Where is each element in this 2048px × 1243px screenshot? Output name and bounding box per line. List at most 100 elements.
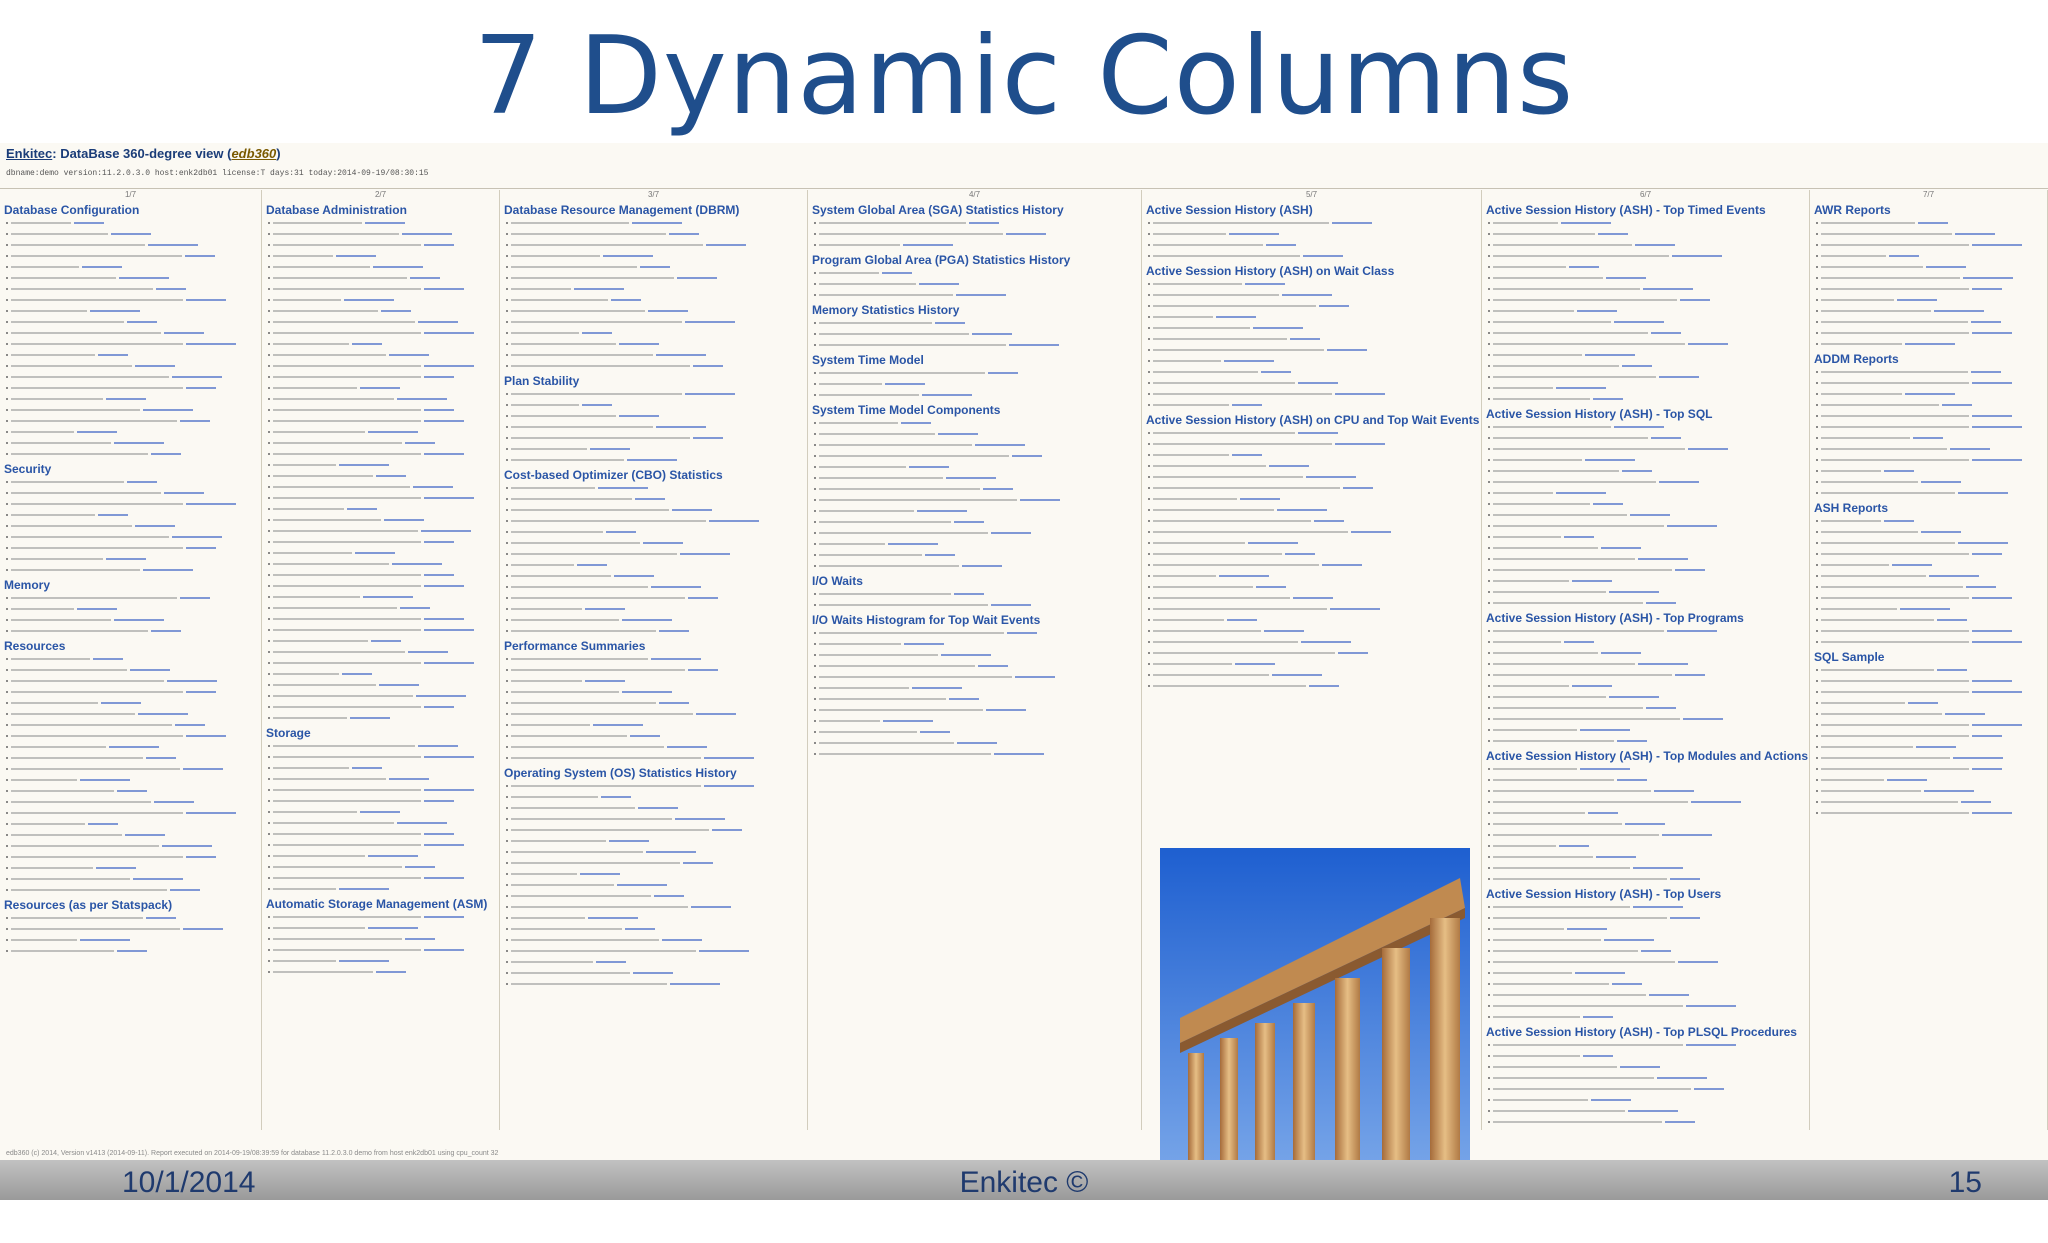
report-link-item[interactable] xyxy=(268,796,495,806)
report-link-item[interactable] xyxy=(1816,527,2043,537)
report-link-item[interactable] xyxy=(814,589,1137,599)
report-link-item[interactable] xyxy=(1488,863,1805,873)
item-link-placeholder[interactable] xyxy=(614,575,654,577)
item-link-placeholder[interactable] xyxy=(1293,597,1333,599)
item-link-placeholder[interactable] xyxy=(909,466,949,468)
report-link-item[interactable] xyxy=(1488,576,1805,586)
report-link-item[interactable] xyxy=(1488,383,1805,393)
report-link-item[interactable] xyxy=(1816,400,2043,410)
item-link-placeholder[interactable] xyxy=(363,596,413,598)
report-link-item[interactable] xyxy=(814,628,1137,638)
report-link-item[interactable] xyxy=(6,742,257,752)
item-link-placeholder[interactable] xyxy=(617,884,667,886)
report-link-item[interactable] xyxy=(814,318,1137,328)
item-link-placeholder[interactable] xyxy=(1884,470,1914,472)
item-link-placeholder[interactable] xyxy=(574,288,624,290)
item-link-placeholder[interactable] xyxy=(1567,928,1607,930)
item-link-placeholder[interactable] xyxy=(1614,426,1664,428)
report-link-item[interactable] xyxy=(268,438,495,448)
report-link-item[interactable] xyxy=(1488,466,1805,476)
item-link-placeholder[interactable] xyxy=(1272,674,1322,676)
report-link-item[interactable] xyxy=(1488,1012,1805,1022)
item-link-placeholder[interactable] xyxy=(365,222,405,224)
item-link-placeholder[interactable] xyxy=(954,593,984,595)
report-link-item[interactable] xyxy=(814,650,1137,660)
item-link-placeholder[interactable] xyxy=(148,244,198,246)
report-link-item[interactable] xyxy=(1488,797,1805,807)
item-link-placeholder[interactable] xyxy=(917,510,967,512)
item-link-placeholder[interactable] xyxy=(339,464,389,466)
report-link-item[interactable] xyxy=(506,560,803,570)
item-link-placeholder[interactable] xyxy=(1972,768,2002,770)
item-link-placeholder[interactable] xyxy=(1314,520,1344,522)
report-link-item[interactable] xyxy=(6,510,257,520)
item-link-placeholder[interactable] xyxy=(941,654,991,656)
item-link-placeholder[interactable] xyxy=(1351,531,1391,533)
item-link-placeholder[interactable] xyxy=(1609,696,1659,698)
report-link-item[interactable] xyxy=(506,946,803,956)
item-link-placeholder[interactable] xyxy=(1972,691,2022,693)
item-link-placeholder[interactable] xyxy=(106,558,146,560)
item-link-placeholder[interactable] xyxy=(1572,685,1612,687)
item-link-placeholder[interactable] xyxy=(593,724,643,726)
report-link-item[interactable] xyxy=(1148,483,1477,493)
report-link-item[interactable] xyxy=(814,495,1137,505)
item-link-placeholder[interactable] xyxy=(1972,244,2022,246)
item-link-placeholder[interactable] xyxy=(683,862,713,864)
report-link-item[interactable] xyxy=(1488,1040,1805,1050)
report-link-item[interactable] xyxy=(814,683,1137,693)
report-link-item[interactable] xyxy=(814,694,1137,704)
item-link-placeholder[interactable] xyxy=(619,415,659,417)
report-link-item[interactable] xyxy=(814,240,1137,250)
item-link-placeholder[interactable] xyxy=(90,310,140,312)
report-link-item[interactable] xyxy=(1148,428,1477,438)
report-link-item[interactable] xyxy=(1148,345,1477,355)
report-link-item[interactable] xyxy=(1816,720,2043,730)
report-link-item[interactable] xyxy=(506,273,803,283)
item-link-placeholder[interactable] xyxy=(1657,1077,1707,1079)
report-link-item[interactable] xyxy=(1488,218,1805,228)
item-link-placeholder[interactable] xyxy=(424,574,454,576)
item-link-placeholder[interactable] xyxy=(1219,575,1269,577)
item-link-placeholder[interactable] xyxy=(154,801,194,803)
item-link-placeholder[interactable] xyxy=(1628,1110,1678,1112)
item-link-placeholder[interactable] xyxy=(371,640,401,642)
item-link-placeholder[interactable] xyxy=(421,530,471,532)
report-link-item[interactable] xyxy=(814,550,1137,560)
item-link-placeholder[interactable] xyxy=(424,877,464,879)
report-link-item[interactable] xyxy=(1816,488,2043,498)
item-link-placeholder[interactable] xyxy=(424,800,454,802)
report-link-item[interactable] xyxy=(1488,1095,1805,1105)
report-link-item[interactable] xyxy=(268,625,495,635)
item-link-placeholder[interactable] xyxy=(699,950,749,952)
item-link-placeholder[interactable] xyxy=(379,684,419,686)
item-link-placeholder[interactable] xyxy=(350,717,390,719)
report-header-accent[interactable]: edb360 xyxy=(231,146,276,161)
item-link-placeholder[interactable] xyxy=(972,333,1012,335)
report-link-item[interactable] xyxy=(6,808,257,818)
item-link-placeholder[interactable] xyxy=(1972,553,2002,555)
report-link-item[interactable] xyxy=(1488,681,1805,691)
item-link-placeholder[interactable] xyxy=(127,481,157,483)
item-link-placeholder[interactable] xyxy=(712,829,742,831)
item-link-placeholder[interactable] xyxy=(1680,299,1710,301)
item-link-placeholder[interactable] xyxy=(77,608,117,610)
item-link-placeholder[interactable] xyxy=(1961,801,1991,803)
report-link-item[interactable] xyxy=(1816,560,2043,570)
item-link-placeholder[interactable] xyxy=(685,393,735,395)
item-link-placeholder[interactable] xyxy=(424,288,464,290)
report-link-item[interactable] xyxy=(814,639,1137,649)
item-link-placeholder[interactable] xyxy=(590,448,630,450)
item-link-placeholder[interactable] xyxy=(1950,448,1990,450)
report-link-item[interactable] xyxy=(6,383,257,393)
report-link-item[interactable] xyxy=(1488,394,1805,404)
item-link-placeholder[interactable] xyxy=(1617,779,1647,781)
item-link-placeholder[interactable] xyxy=(1580,768,1630,770)
report-link-item[interactable] xyxy=(268,273,495,283)
item-link-placeholder[interactable] xyxy=(1905,393,1955,395)
item-link-placeholder[interactable] xyxy=(654,895,684,897)
item-link-placeholder[interactable] xyxy=(1245,283,1285,285)
item-link-placeholder[interactable] xyxy=(1585,354,1635,356)
report-link-item[interactable] xyxy=(814,473,1137,483)
item-link-placeholder[interactable] xyxy=(956,294,1006,296)
